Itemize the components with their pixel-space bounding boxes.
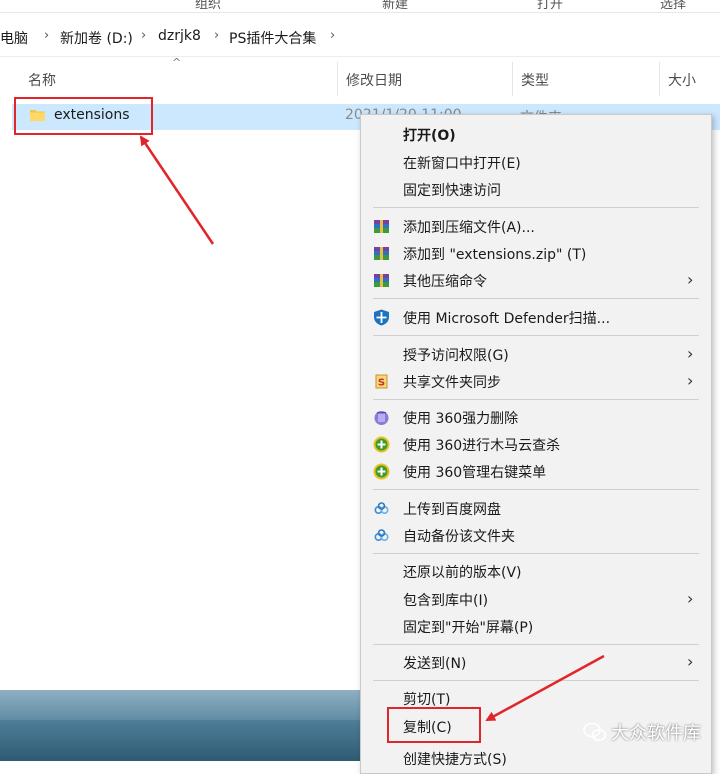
column-divider[interactable] — [337, 62, 338, 96]
360-plus-icon — [373, 436, 390, 453]
360-plus-icon — [373, 463, 390, 480]
menu-item-label: 创建快捷方式(S) — [403, 752, 507, 768]
menu-item-label: 共享文件夹同步 — [403, 375, 501, 391]
column-header-size[interactable]: 大小 — [668, 70, 696, 90]
menu-item-open-new-window[interactable]: 在新窗口中打开(E) — [361, 149, 711, 176]
address-bar[interactable]: 此电脑 › 新加卷 (D:) › dzrjk8 › PS插件大合集 › — [0, 20, 720, 57]
ribbon-group-organize: 组织 — [195, 0, 222, 12]
menu-item-baidu-upload[interactable]: 上传到百度网盘 — [361, 495, 711, 522]
menu-item-label: 包含到库中(I) — [403, 593, 489, 609]
menu-separator — [373, 553, 699, 554]
menu-item-label: 添加到压缩文件(A)... — [403, 220, 535, 236]
menu-item-label: 上传到百度网盘 — [403, 502, 501, 518]
breadcrumb-drive-d[interactable]: 新加卷 (D:) — [60, 28, 133, 48]
column-divider[interactable] — [512, 62, 513, 96]
menu-separator — [373, 644, 699, 645]
menu-item-shared-folder-sync[interactable]: S 共享文件夹同步 › — [361, 368, 711, 395]
defender-shield-icon — [374, 309, 389, 326]
menu-item-defender-scan[interactable]: 使用 Microsoft Defender扫描... — [361, 304, 711, 331]
breadcrumb-separator-icon[interactable]: › — [141, 28, 146, 43]
watermark-text: 大众软件库 — [611, 723, 701, 744]
breadcrumb-separator-icon[interactable]: › — [44, 28, 49, 43]
menu-item-label: 发送到(N) — [403, 656, 467, 672]
menu-item-add-to-zip[interactable]: 添加到 "extensions.zip" (T) — [361, 240, 711, 267]
archive-icon — [374, 274, 389, 287]
menu-item-pin-quick-access[interactable]: 固定到快速访问 — [361, 176, 711, 203]
breadcrumb-this-pc[interactable]: 此电脑 — [0, 28, 28, 48]
breadcrumb-separator-icon[interactable]: › — [330, 28, 335, 43]
submenu-arrow-icon: › — [687, 344, 694, 363]
menu-item-label: 固定到"开始"屏幕(P) — [403, 620, 534, 636]
column-divider[interactable] — [659, 62, 660, 96]
baidu-cloud-icon — [374, 529, 389, 542]
menu-item-360-force-delete[interactable]: 使用 360强力删除 — [361, 404, 711, 431]
menu-item-label: 固定到快速访问 — [403, 183, 501, 199]
ribbon-group-open: 打开 — [537, 0, 564, 12]
menu-item-open[interactable]: 打开(O) — [361, 121, 711, 148]
ribbon-group-new: 新建 — [382, 0, 409, 12]
menu-item-other-compress[interactable]: 其他压缩命令 › — [361, 267, 711, 294]
menu-item-label: 授予访问权限(G) — [403, 348, 509, 364]
menu-item-label: 使用 360管理右键菜单 — [403, 465, 547, 481]
submenu-arrow-icon: › — [687, 371, 694, 390]
desktop-wallpaper — [0, 690, 360, 761]
menu-separator — [373, 399, 699, 400]
menu-item-auto-backup[interactable]: 自动备份该文件夹 — [361, 522, 711, 549]
menu-item-label: 其他压缩命令 — [403, 274, 487, 290]
menu-item-create-shortcut[interactable]: 创建快捷方式(S) — [361, 745, 711, 772]
column-header-name[interactable]: 名称 — [28, 70, 56, 90]
breadcrumb-separator-icon[interactable]: › — [214, 28, 219, 43]
360-delete-icon — [374, 411, 389, 425]
menu-item-label: 使用 Microsoft Defender扫描... — [403, 311, 611, 327]
annotation-highlight-box — [387, 707, 481, 743]
baidu-cloud-icon — [374, 502, 389, 515]
svg-text:S: S — [378, 378, 385, 389]
menu-item-label: 打开(O) — [403, 128, 456, 144]
breadcrumb-dzrjk8[interactable]: dzrjk8 — [158, 28, 201, 44]
annotation-arrow-file — [139, 135, 215, 245]
archive-icon — [374, 220, 389, 233]
ribbon-group-labels: 组织 新建 打开 选择 — [0, 0, 720, 13]
menu-item-grant-access[interactable]: 授予访问权限(G) › — [361, 341, 711, 368]
submenu-arrow-icon: › — [687, 589, 694, 608]
sync-s-icon: S — [375, 374, 388, 389]
submenu-arrow-icon: › — [687, 652, 694, 671]
menu-item-label: 还原以前的版本(V) — [403, 565, 522, 581]
column-header-modified[interactable]: 修改日期 — [346, 70, 402, 90]
menu-separator — [373, 335, 699, 336]
menu-item-restore-versions[interactable]: 还原以前的版本(V) — [361, 558, 711, 585]
menu-separator — [373, 680, 699, 681]
menu-item-360-trojan-scan[interactable]: 使用 360进行木马云查杀 — [361, 431, 711, 458]
menu-item-send-to[interactable]: 发送到(N) › — [361, 649, 711, 676]
wechat-icon — [583, 722, 607, 741]
menu-item-label: 在新窗口中打开(E) — [403, 156, 521, 172]
menu-item-label: 添加到 "extensions.zip" (T) — [403, 247, 587, 263]
context-menu: 打开(O) 在新窗口中打开(E) 固定到快速访问 添加到压缩文件(A)... 添… — [360, 114, 712, 774]
menu-item-360-manage-menu[interactable]: 使用 360管理右键菜单 — [361, 458, 711, 485]
menu-item-add-to-archive[interactable]: 添加到压缩文件(A)... — [361, 213, 711, 240]
menu-separator — [373, 207, 699, 208]
breadcrumb-ps-plugins[interactable]: PS插件大合集 — [229, 28, 316, 48]
menu-separator — [373, 489, 699, 490]
column-header-type[interactable]: 类型 — [521, 70, 549, 90]
ribbon-group-select: 选择 — [660, 0, 687, 12]
archive-icon — [374, 247, 389, 260]
column-header-row: ^ 名称 修改日期 类型 大小 — [0, 56, 720, 96]
sort-ascending-icon: ^ — [172, 56, 182, 69]
menu-item-pin-start[interactable]: 固定到"开始"屏幕(P) — [361, 613, 711, 640]
annotation-highlight-box — [14, 97, 153, 135]
menu-item-label: 剪切(T) — [403, 692, 451, 708]
menu-item-label: 使用 360进行木马云查杀 — [403, 438, 561, 454]
menu-item-label: 使用 360强力删除 — [403, 411, 519, 427]
submenu-arrow-icon: › — [687, 270, 694, 289]
menu-item-include-library[interactable]: 包含到库中(I) › — [361, 586, 711, 613]
desktop-wallpaper-water — [0, 720, 360, 761]
menu-item-label: 自动备份该文件夹 — [403, 529, 515, 545]
menu-separator — [373, 298, 699, 299]
